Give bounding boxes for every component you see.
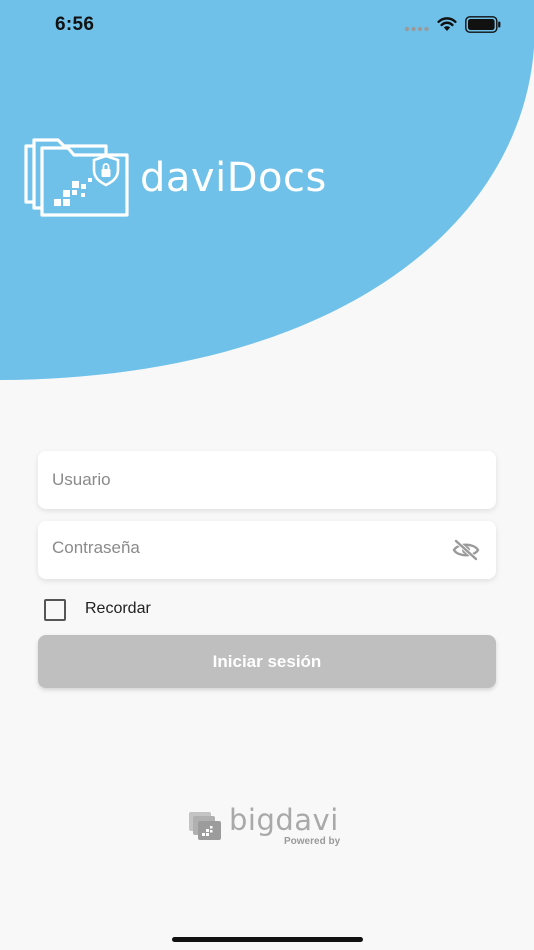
username-input[interactable] xyxy=(50,450,444,510)
wifi-icon xyxy=(437,17,457,31)
cellular-signal-icon xyxy=(404,26,429,32)
home-indicator xyxy=(172,937,363,942)
password-field[interactable] xyxy=(38,518,496,579)
davidocs-logo-icon xyxy=(24,138,129,217)
battery-icon xyxy=(465,16,501,33)
remember-checkbox[interactable] xyxy=(44,599,66,621)
login-button[interactable]: Iniciar sesión xyxy=(38,635,496,688)
bigdavi-logo-icon xyxy=(189,812,221,840)
footer-brand: bigdavi Powered by xyxy=(188,803,358,850)
company-name: bigdavi xyxy=(229,803,339,837)
powered-by-label: Powered by xyxy=(284,836,341,847)
status-bar: 6:56 xyxy=(0,0,534,50)
username-field[interactable] xyxy=(38,450,496,510)
password-input[interactable] xyxy=(50,518,444,578)
app-name: daviDocs xyxy=(140,155,327,201)
status-time: 6:56 xyxy=(55,14,95,35)
eye-off-icon[interactable] xyxy=(452,539,480,561)
remember-label[interactable]: Recordar xyxy=(85,600,151,618)
